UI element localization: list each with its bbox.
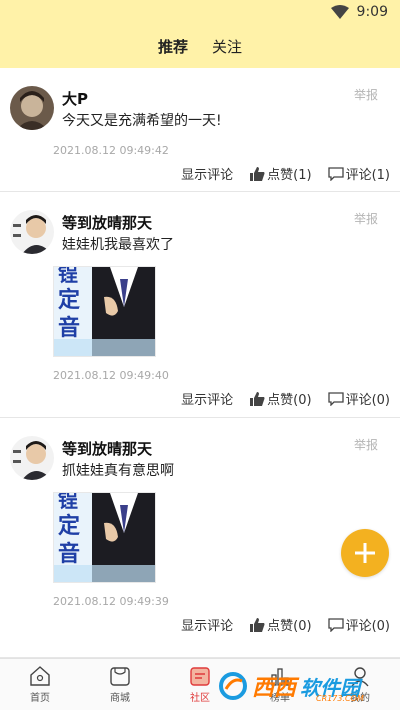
image-text-top: 锃 bbox=[58, 493, 78, 512]
status-time: 9:09 bbox=[356, 4, 388, 20]
report-button[interactable]: 举报 bbox=[354, 210, 378, 227]
watermark-url: CR173.COM bbox=[316, 694, 364, 703]
svg-text:定: 定 bbox=[58, 513, 80, 539]
avatar[interactable] bbox=[10, 210, 54, 254]
plus-icon bbox=[355, 543, 375, 563]
comment-count: 评论(0) bbox=[345, 393, 390, 408]
show-comments-button[interactable]: 显示评论 bbox=[181, 615, 233, 634]
report-button[interactable]: 举报 bbox=[354, 86, 378, 103]
watermark-brand: 西西 bbox=[252, 676, 297, 701]
avatar[interactable] bbox=[10, 86, 54, 130]
store-icon bbox=[110, 667, 130, 686]
like-button[interactable]: 点赞(0) bbox=[249, 389, 312, 408]
post-timestamp: 2021.08.12 09:49:42 bbox=[53, 144, 169, 157]
post-author[interactable]: 等到放晴那天 bbox=[62, 212, 152, 233]
like-count: 点赞(0) bbox=[267, 619, 312, 634]
like-button[interactable]: 点赞(0) bbox=[249, 615, 312, 634]
avatar[interactable] bbox=[10, 436, 54, 480]
feed-tabs: 推荐 关注 bbox=[0, 24, 400, 68]
show-comments-button[interactable]: 显示评论 bbox=[181, 389, 233, 408]
post-timestamp: 2021.08.12 09:49:39 bbox=[53, 595, 169, 608]
comment-count: 评论(0) bbox=[345, 619, 390, 634]
comment-button[interactable]: 评论(0) bbox=[327, 615, 390, 634]
comment-icon bbox=[327, 166, 344, 181]
nav-label-home: 首页 bbox=[30, 693, 50, 704]
post-card: 等到放晴那天 娃娃机我最喜欢了 举报 锃 定 音 2021.08.12 09:4… bbox=[0, 192, 400, 418]
report-button[interactable]: 举报 bbox=[354, 436, 378, 453]
status-bar: 9:09 bbox=[0, 0, 400, 24]
svg-text:音: 音 bbox=[58, 541, 80, 567]
thumbs-up-icon bbox=[250, 617, 265, 632]
post-author[interactable]: 等到放晴那天 bbox=[62, 438, 152, 459]
post-actions: 显示评论 点赞(0) 评论(0) bbox=[181, 615, 390, 634]
comment-count: 评论(1) bbox=[345, 168, 390, 183]
new-post-button[interactable] bbox=[341, 529, 389, 577]
nav-label-store: 商城 bbox=[110, 693, 130, 704]
home-icon bbox=[30, 666, 50, 686]
show-comments-label: 显示评论 bbox=[181, 393, 234, 408]
nav-item-home[interactable]: 首页 bbox=[0, 659, 80, 710]
watermark-logo-icon bbox=[219, 672, 247, 700]
thumbs-up-icon bbox=[250, 166, 265, 181]
post-actions: 显示评论 点赞(0) 评论(0) bbox=[181, 389, 390, 408]
post-card: 大P 今天又是充满希望的一天! 举报 2021.08.12 09:49:42 显… bbox=[0, 68, 400, 192]
svg-text:音: 音 bbox=[58, 315, 80, 341]
post-timestamp: 2021.08.12 09:49:40 bbox=[53, 369, 169, 382]
post-content: 今天又是充满希望的一天! bbox=[62, 113, 222, 129]
post-image[interactable]: 锃 定 音 bbox=[53, 266, 156, 357]
post-content: 抓娃娃真有意思啊 bbox=[62, 463, 174, 479]
nav-item-store[interactable]: 商城 bbox=[80, 659, 160, 710]
community-icon bbox=[190, 667, 210, 686]
show-comments-label: 显示评论 bbox=[181, 168, 234, 183]
post-image[interactable]: 锃 定 音 bbox=[53, 492, 156, 583]
post-author[interactable]: 大P bbox=[62, 88, 88, 109]
like-button[interactable]: 点赞(1) bbox=[249, 164, 312, 183]
tab-following[interactable]: 关注 bbox=[212, 36, 242, 57]
show-comments-button[interactable]: 显示评论 bbox=[181, 164, 233, 183]
tab-recommend[interactable]: 推荐 bbox=[158, 36, 188, 57]
top-header: 9:09 推荐 关注 bbox=[0, 0, 400, 68]
like-count: 点赞(1) bbox=[267, 168, 312, 183]
image-text-top: 锃 bbox=[58, 267, 78, 286]
nav-label-community: 社区 bbox=[190, 693, 210, 704]
comment-button[interactable]: 评论(0) bbox=[327, 389, 390, 408]
comment-icon bbox=[327, 391, 344, 406]
thumbs-up-icon bbox=[250, 391, 265, 406]
post-feed[interactable]: 大P 今天又是充满希望的一天! 举报 2021.08.12 09:49:42 显… bbox=[0, 68, 400, 658]
comment-icon bbox=[327, 617, 344, 632]
comment-button[interactable]: 评论(1) bbox=[327, 164, 390, 183]
like-count: 点赞(0) bbox=[267, 393, 312, 408]
post-content: 娃娃机我最喜欢了 bbox=[62, 237, 174, 253]
site-watermark: 西西 软件园 CR173.COM bbox=[218, 664, 364, 708]
post-card: 等到放晴那天 抓娃娃真有意思啊 举报 锃 定 音 2021.08.12 09:4… bbox=[0, 418, 400, 658]
wifi-icon bbox=[330, 5, 349, 19]
show-comments-label: 显示评论 bbox=[181, 619, 234, 634]
svg-text:定: 定 bbox=[58, 287, 80, 313]
post-actions: 显示评论 点赞(1) 评论(1) bbox=[181, 164, 390, 183]
